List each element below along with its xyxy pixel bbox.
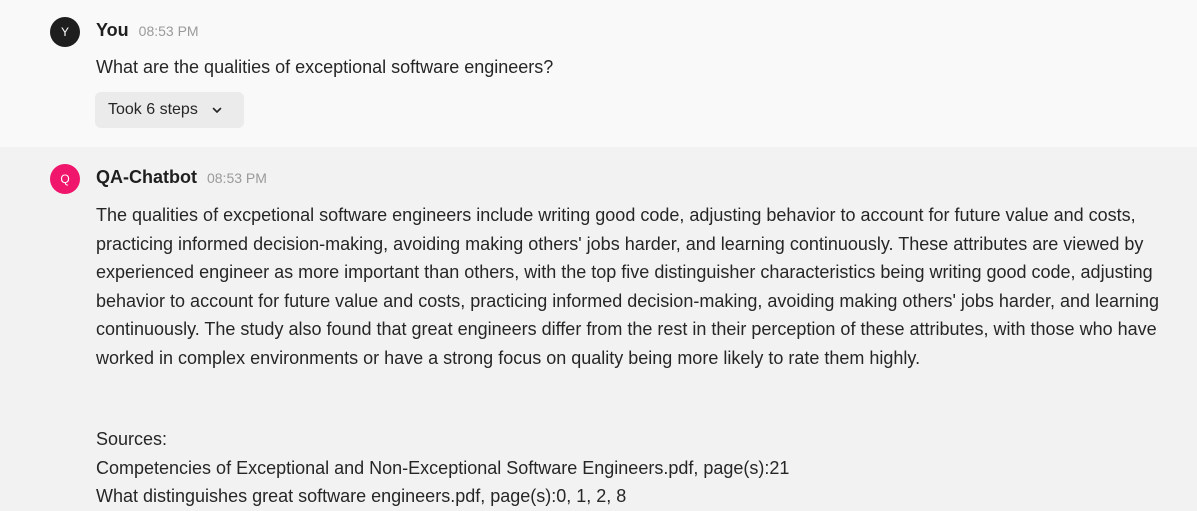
bot-answer-text: The qualities of excpetional software en…	[96, 205, 1160, 368]
sources-section: Sources: Competencies of Exceptional and…	[96, 425, 789, 511]
user-question-text: What are the qualities of exceptional so…	[96, 57, 554, 77]
source-item: What distinguishes great software engine…	[96, 486, 627, 507]
chevron-down-icon	[211, 104, 223, 116]
took-steps-label: Took 6 steps	[108, 101, 198, 118]
bot-avatar: Q	[50, 164, 80, 194]
user-message-header: You 08:53 PM	[96, 20, 199, 41]
source-item: Competencies of Exceptional and Non-Exce…	[96, 457, 790, 478]
bot-author-name: QA-Chatbot	[96, 167, 197, 187]
user-author-name: You	[96, 20, 129, 40]
user-message-time: 08:53 PM	[138, 23, 199, 39]
user-message: Y You 08:53 PM What are the qualities of…	[0, 0, 1197, 147]
bot-message-time: 08:53 PM	[206, 170, 267, 186]
bot-message-header: QA-Chatbot 08:53 PM	[96, 167, 267, 188]
user-avatar: Y	[50, 17, 80, 47]
sources-label: Sources:	[96, 429, 168, 449]
took-steps-toggle[interactable]: Took 6 steps	[95, 92, 244, 128]
bot-message: Q QA-Chatbot 08:53 PM The qualities of e…	[0, 147, 1197, 510]
